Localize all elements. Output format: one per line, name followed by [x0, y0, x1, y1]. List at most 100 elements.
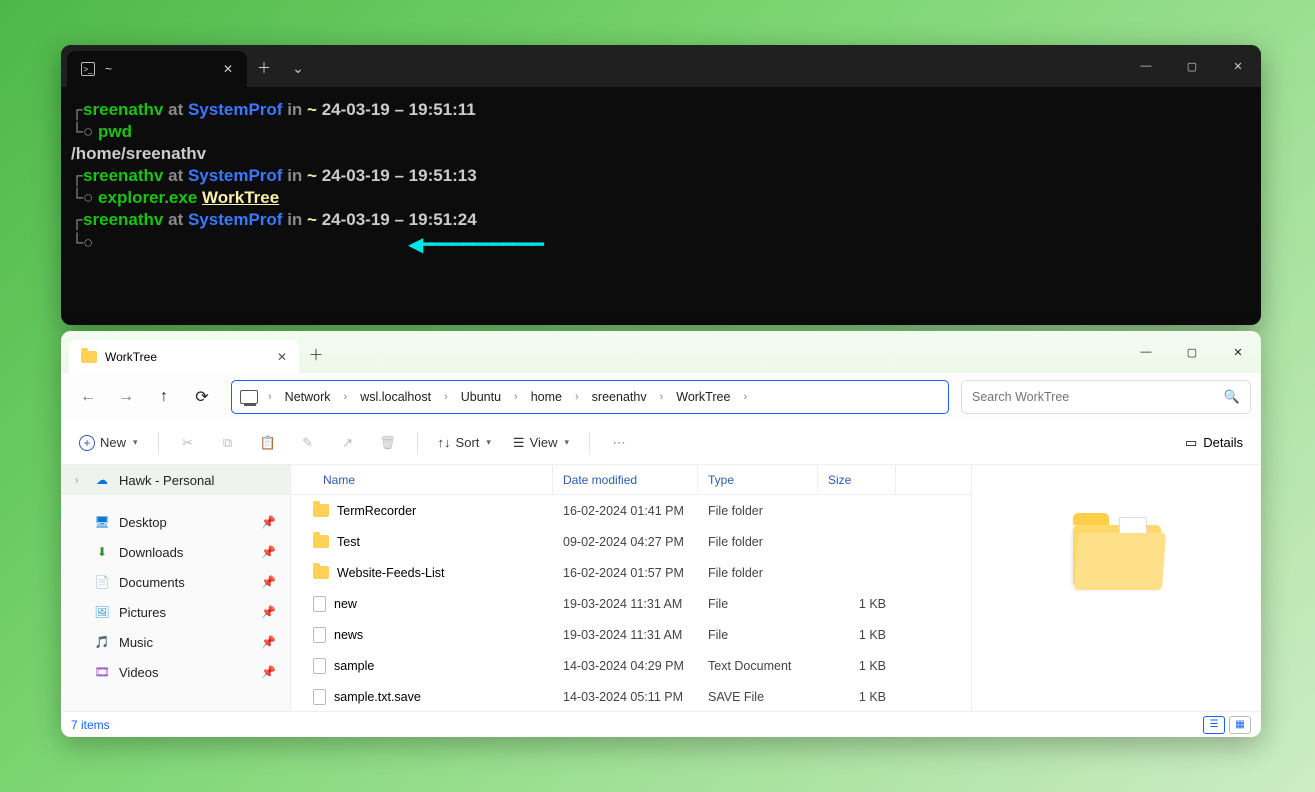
column-date[interactable]: Date modified	[553, 465, 698, 494]
sidebar-item-label: Videos	[119, 665, 159, 680]
pin-icon[interactable]: 📌	[261, 575, 276, 589]
terminal-icon: >_	[81, 62, 95, 76]
pin-icon[interactable]: 📌	[261, 515, 276, 529]
minimize-button[interactable]: —	[1123, 331, 1169, 373]
close-button[interactable]: ✕	[1215, 45, 1261, 87]
more-button[interactable]: ⋯	[602, 430, 636, 456]
sidebar-item-videos[interactable]: 🎞 Videos 📌	[61, 657, 290, 687]
table-row[interactable]: news19-03-2024 11:31 AMFile1 KB	[291, 619, 971, 650]
folder-icon	[313, 535, 329, 548]
documents-icon: 📄	[94, 574, 110, 590]
table-row[interactable]: sample.txt.save14-03-2024 05:11 PMSAVE F…	[291, 681, 971, 711]
window-controls: — ▢ ✕	[1123, 45, 1261, 87]
close-tab-icon[interactable]: ✕	[223, 62, 233, 76]
pin-icon[interactable]: 📌	[261, 545, 276, 559]
chevron-right-icon: ›	[508, 391, 524, 403]
view-icons-toggle[interactable]: ▦	[1229, 716, 1251, 734]
pin-icon[interactable]: 📌	[261, 635, 276, 649]
terminal-titlebar: >_ ~ ✕ ＋ ⌄ — ▢ ✕	[61, 45, 1261, 87]
table-row[interactable]: new19-03-2024 11:31 AMFile1 KB	[291, 588, 971, 619]
folder-preview-icon	[1073, 525, 1161, 587]
sidebar-item-pictures[interactable]: 🖼 Pictures 📌	[61, 597, 290, 627]
new-tab-button[interactable]: ＋	[247, 49, 281, 87]
close-button[interactable]: ✕	[1215, 331, 1261, 373]
file-size: 1 KB	[818, 659, 896, 673]
table-row[interactable]: TermRecorder16-02-2024 01:41 PMFile fold…	[291, 495, 971, 526]
file-icon	[313, 658, 326, 674]
file-type: File	[698, 628, 818, 642]
pin-icon[interactable]: 📌	[261, 605, 276, 619]
explorer-body: › ☁ Hawk - Personal 🖥 Desktop 📌 ⬇ Downlo…	[61, 465, 1261, 711]
file-date: 14-03-2024 05:11 PM	[553, 690, 698, 704]
file-size: 1 KB	[818, 628, 896, 642]
table-row[interactable]: Website-Feeds-List16-02-2024 01:57 PMFil…	[291, 557, 971, 588]
breadcrumb-item[interactable]: Ubuntu	[458, 388, 504, 406]
file-name: TermRecorder	[337, 504, 416, 518]
table-row[interactable]: sample14-03-2024 04:29 PMText Document1 …	[291, 650, 971, 681]
sidebar-item-label: Downloads	[119, 545, 183, 560]
new-tab-button[interactable]: ＋	[299, 344, 333, 365]
sidebar-item-label: Documents	[119, 575, 185, 590]
videos-icon: 🎞	[94, 664, 110, 680]
sidebar-item-music[interactable]: 🎵 Music 📌	[61, 627, 290, 657]
delete-button[interactable]: 🗑	[371, 430, 405, 456]
share-button[interactable]: ↗	[331, 430, 365, 456]
sidebar-item-desktop[interactable]: 🖥 Desktop 📌	[61, 507, 290, 537]
maximize-button[interactable]: ▢	[1169, 331, 1215, 373]
explorer-tab-title: WorkTree	[105, 350, 157, 364]
file-date: 19-03-2024 11:31 AM	[553, 597, 698, 611]
sidebar-item-label: Pictures	[119, 605, 166, 620]
pin-icon[interactable]: 📌	[261, 665, 276, 679]
copy-button[interactable]: ⧉	[211, 430, 245, 456]
file-name: sample	[334, 659, 374, 673]
breadcrumb-item[interactable]: sreenathv	[589, 388, 650, 406]
sort-button[interactable]: ↑↓ Sort ▾	[430, 430, 499, 455]
nav-forward-button[interactable]: →	[109, 380, 143, 414]
address-bar: ← → ↑ ⟳ › Network › wsl.localhost › Ubun…	[61, 373, 1261, 421]
column-name[interactable]: Name	[313, 465, 553, 494]
view-button[interactable]: ☰ View ▾	[505, 430, 577, 456]
desktop-icon: 🖥	[94, 514, 110, 530]
file-icon	[313, 596, 326, 612]
rename-button[interactable]: ✎	[291, 430, 325, 456]
minimize-button[interactable]: —	[1123, 45, 1169, 87]
column-size[interactable]: Size	[818, 465, 896, 494]
nav-refresh-button[interactable]: ⟳	[185, 380, 219, 414]
chevron-right-icon: ›	[737, 391, 753, 403]
sidebar-item-label: Desktop	[119, 515, 167, 530]
pictures-icon: 🖼	[94, 604, 110, 620]
explorer-tab[interactable]: WorkTree ✕	[69, 340, 299, 373]
tab-dropdown-button[interactable]: ⌄	[281, 49, 315, 87]
file-type: File folder	[698, 566, 818, 580]
column-type[interactable]: Type	[698, 465, 818, 494]
breadcrumb-item[interactable]: WorkTree	[673, 388, 733, 406]
window-controls: — ▢ ✕	[1123, 331, 1261, 373]
new-button[interactable]: + New ▾	[71, 430, 146, 456]
paste-button[interactable]: 📋	[251, 430, 285, 456]
breadcrumb-item[interactable]: Network	[282, 388, 334, 406]
terminal-body[interactable]: ┌sreenathv at SystemProf in ~ 24-03-19 –…	[61, 87, 1261, 266]
breadcrumb[interactable]: › Network › wsl.localhost › Ubuntu › hom…	[231, 380, 949, 414]
details-button[interactable]: ▭ Details	[1177, 430, 1251, 456]
maximize-button[interactable]: ▢	[1169, 45, 1215, 87]
file-list[interactable]: TermRecorder16-02-2024 01:41 PMFile fold…	[291, 495, 971, 711]
sidebar-item-downloads[interactable]: ⬇ Downloads 📌	[61, 537, 290, 567]
close-tab-icon[interactable]: ✕	[277, 350, 287, 364]
search-box[interactable]: 🔍	[961, 380, 1251, 414]
column-headers[interactable]: Name Date modified Type Size	[291, 465, 971, 495]
cut-button[interactable]: ✂	[171, 430, 205, 456]
search-input[interactable]	[972, 390, 1224, 404]
breadcrumb-item[interactable]: wsl.localhost	[357, 388, 434, 406]
file-pane: Name Date modified Type Size TermRecorde…	[291, 465, 971, 711]
nav-up-button[interactable]: ↑	[147, 380, 181, 414]
folder-icon	[313, 566, 329, 579]
breadcrumb-item[interactable]: home	[528, 388, 565, 406]
sidebar-item-documents[interactable]: 📄 Documents 📌	[61, 567, 290, 597]
chevron-right-icon: ›	[569, 391, 585, 403]
preview-pane	[971, 465, 1261, 711]
terminal-tab[interactable]: >_ ~ ✕	[67, 51, 247, 87]
table-row[interactable]: Test09-02-2024 04:27 PMFile folder	[291, 526, 971, 557]
nav-back-button[interactable]: ←	[71, 380, 105, 414]
sidebar-item-onedrive[interactable]: › ☁ Hawk - Personal	[61, 465, 290, 495]
view-details-toggle[interactable]: ☰	[1203, 716, 1225, 734]
